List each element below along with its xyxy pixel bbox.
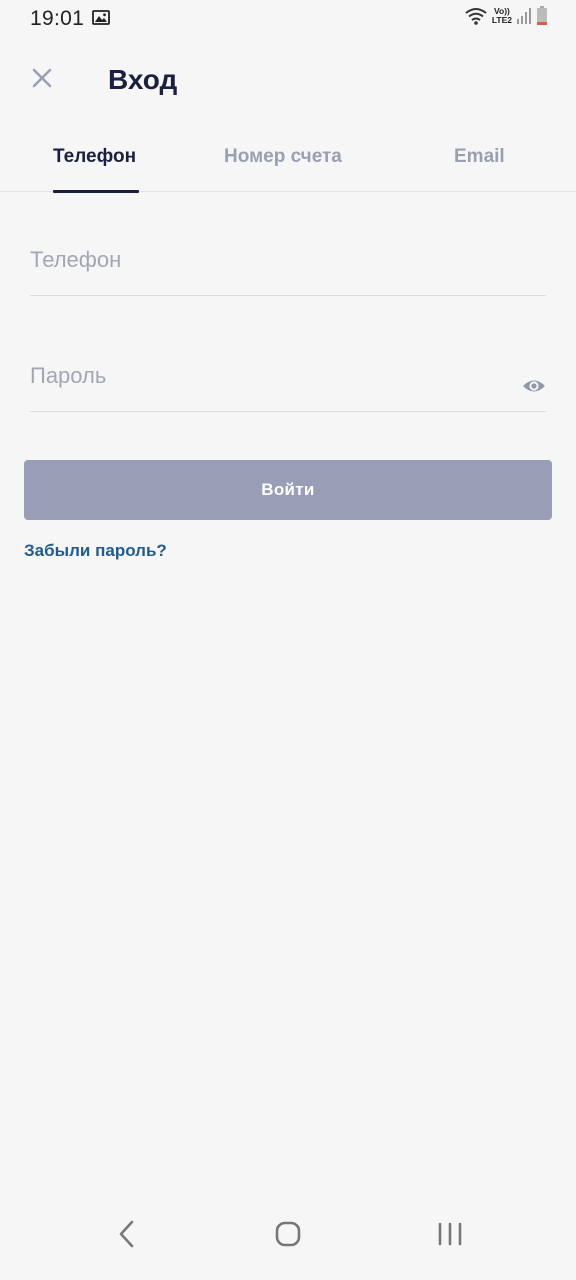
status-bar: 19:01 Vo)) LTE2 — [0, 0, 576, 38]
active-tab-indicator — [53, 189, 139, 193]
login-button[interactable]: Войти — [24, 460, 552, 520]
system-nav-bar — [0, 1200, 576, 1280]
status-time: 19:01 — [30, 7, 85, 30]
tab-account-number[interactable]: Номер счета — [224, 146, 342, 168]
gallery-icon — [92, 10, 110, 25]
password-input[interactable] — [30, 352, 510, 400]
login-method-tabs: Телефон Номер счета Email — [0, 130, 576, 193]
close-icon — [32, 68, 52, 88]
header: Вход — [0, 50, 576, 110]
lte-label: LTE2 — [491, 15, 512, 25]
password-field — [30, 352, 546, 412]
status-icons: Vo)) LTE2 — [464, 6, 548, 26]
tab-phone[interactable]: Телефон — [53, 146, 136, 168]
back-icon[interactable] — [112, 1218, 142, 1250]
phone-field — [30, 236, 546, 296]
page-title: Вход — [108, 64, 178, 95]
login-screen: 19:01 Vo)) LTE2 Вход Телефон Номер счета… — [0, 0, 576, 1280]
eye-icon[interactable] — [522, 374, 546, 398]
battery-icon — [537, 6, 547, 25]
recent-apps-icon[interactable] — [434, 1218, 466, 1250]
home-icon[interactable] — [272, 1218, 304, 1250]
signal-icon — [517, 8, 531, 24]
close-button[interactable] — [26, 62, 58, 94]
forgot-password-link[interactable]: Забыли пароль? — [24, 541, 167, 561]
tab-email[interactable]: Email — [454, 146, 505, 168]
wifi-icon — [465, 8, 487, 25]
network-type: Vo)) LTE2 — [492, 7, 512, 25]
phone-input[interactable] — [30, 236, 546, 284]
